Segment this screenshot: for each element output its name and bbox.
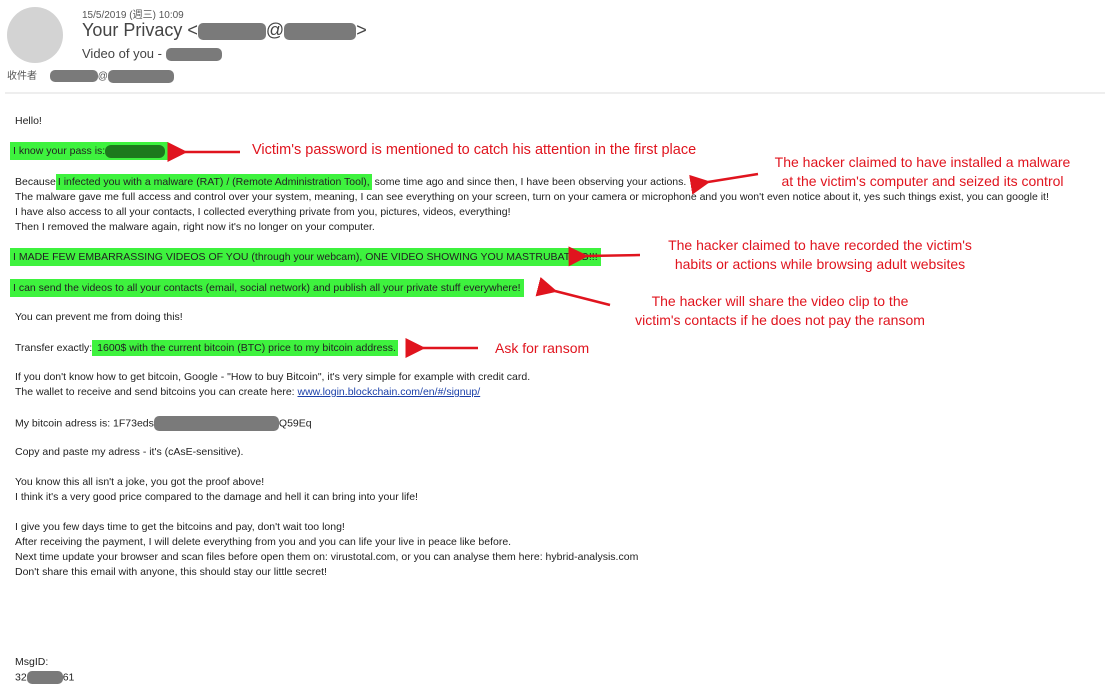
password-line: I know your pass is:	[10, 142, 169, 161]
prevent-line: You can prevent me from doing this!	[15, 311, 183, 323]
sender-at: @	[265, 20, 285, 40]
email-date: 15/5/2019 (週三) 10:09	[82, 10, 184, 21]
to-label: 收件者	[7, 71, 37, 82]
email-recipient: 收件者 @	[7, 67, 174, 83]
after-line: After receiving the payment, I will dele…	[15, 536, 512, 548]
email-sender: Your Privacy < @ >	[82, 20, 367, 41]
annotation-password: Victim's password is mentioned to catch …	[252, 142, 697, 158]
blockchain-signup-link[interactable]: www.login.blockchain.com/en/#/signup/	[298, 386, 481, 398]
redacted-password	[105, 145, 166, 158]
share-line: Don't share this email with anyone, this…	[15, 566, 327, 578]
annotation-share: The hacker will share the video clip to …	[635, 293, 925, 328]
redacted-msgid	[26, 671, 63, 684]
videos-line: I MADE FEW EMBARRASSING VIDEOS OF YOU (t…	[10, 248, 601, 266]
highlight-password: I know your pass is:	[10, 142, 169, 161]
malware-access-line: The malware gave me full access and cont…	[15, 191, 1049, 203]
email-subject: Video of you -	[82, 46, 222, 62]
redacted-subject	[165, 48, 222, 62]
sender-avatar	[7, 7, 63, 63]
copy-line: Copy and paste my adress - it's (cAsE-se…	[15, 446, 244, 458]
highlight-videos: I MADE FEW EMBARRASSING VIDEOS OF YOU (t…	[10, 248, 601, 266]
days-line: I give you few days time to get the bitc…	[15, 521, 345, 533]
send-line: I can send the videos to all your contac…	[10, 279, 524, 297]
redacted-recipient-domain	[107, 69, 174, 83]
redacted-recipient-user	[49, 70, 98, 83]
highlight-ransom: 1600$ with the current bitcoin (BTC) pri…	[92, 340, 398, 356]
to-at: @	[97, 71, 108, 82]
bitcoin-address-line: My bitcoin adress is: 1F73eds Q59Eq	[15, 416, 312, 431]
greeting: Hello!	[15, 115, 42, 127]
sender-name: Your Privacy <	[82, 20, 198, 40]
next-line: Next time update your browser and scan f…	[15, 551, 639, 563]
transfer-line: Transfer exactly: 1600$ with the current…	[15, 340, 398, 356]
howto-line: If you don't know how to get bitcoin, Go…	[15, 371, 531, 383]
redacted-sender-domain	[284, 22, 357, 40]
removed-line: Then I removed the malware again, right …	[15, 221, 375, 233]
annotation-malware: The hacker claimed to have installed a m…	[774, 154, 1071, 189]
joke-line: You know this all isn't a joke, you got …	[15, 476, 265, 488]
contacts-line: I have also access to all your contacts,…	[15, 206, 511, 218]
header-separator	[5, 92, 1105, 94]
msgid-value: 32 61	[15, 671, 75, 684]
redacted-bitcoin-address	[153, 416, 279, 431]
highlight-malware: I infected you with a malware (RAT) / (R…	[55, 174, 372, 190]
msgid-label: MsgID:	[15, 656, 49, 668]
redacted-sender-user	[197, 22, 266, 40]
highlight-send: I can send the videos to all your contac…	[10, 279, 524, 297]
wallet-line: The wallet to receive and send bitcoins …	[15, 386, 481, 398]
because-line: Because I infected you with a malware (RA…	[15, 174, 687, 190]
price-line: I think it's a very good price compared …	[15, 491, 418, 503]
sender-close: >	[356, 20, 367, 40]
annotation-ransom: Ask for ransom	[495, 340, 590, 356]
annotation-recorded: The hacker claimed to have recorded the …	[668, 237, 972, 272]
subject-text: Video of you -	[82, 46, 166, 61]
